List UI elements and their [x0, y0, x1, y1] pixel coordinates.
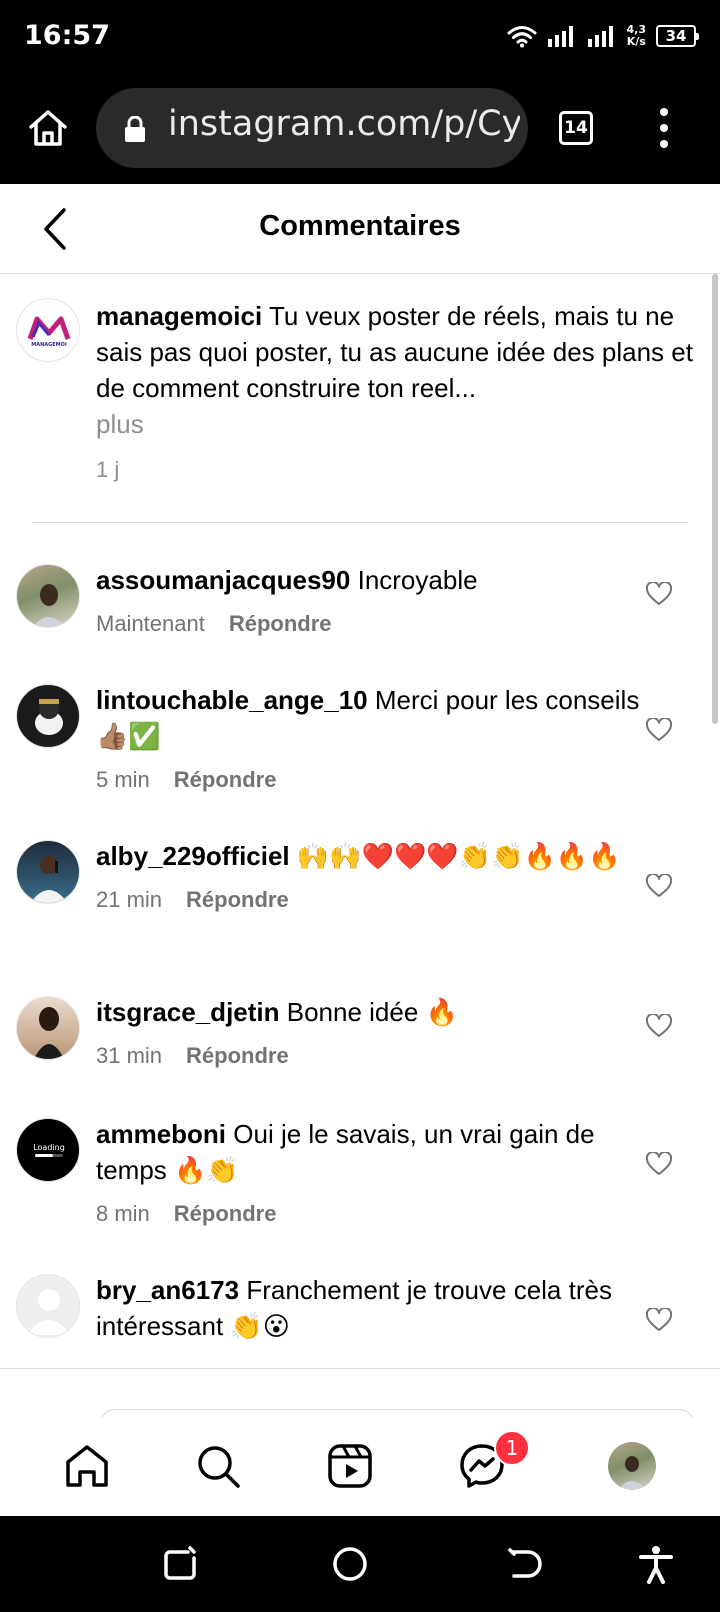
- comment-username[interactable]: bry_an6173: [96, 1275, 239, 1305]
- comment-time: 21 min: [96, 887, 163, 912]
- system-nav-bar: [0, 1516, 720, 1612]
- home-icon[interactable]: [26, 106, 70, 150]
- profile-avatar[interactable]: [608, 1442, 656, 1490]
- recent-apps-icon[interactable]: [160, 1544, 200, 1584]
- avatar[interactable]: [16, 996, 80, 1060]
- heart-icon[interactable]: [646, 874, 672, 898]
- avatar-photo: Loading: [33, 1143, 65, 1157]
- comment-meta: 31 min Répondre: [96, 1038, 656, 1074]
- comment-time: 8 min: [96, 1201, 150, 1226]
- avatar-loading-text: Loading: [33, 1143, 65, 1152]
- signal-icon: [547, 26, 573, 47]
- reply-button[interactable]: Répondre: [174, 1196, 277, 1232]
- profile-photo: [618, 1456, 646, 1490]
- heart-icon[interactable]: [646, 718, 672, 742]
- reply-button[interactable]: Répondre: [229, 606, 332, 642]
- logo-wordmark: MANAGEMOI: [31, 342, 67, 348]
- address-bar[interactable]: instagram.com/p/Cy: [96, 88, 528, 168]
- comment-text: Incroyable: [357, 565, 478, 595]
- more-link[interactable]: plus: [96, 406, 706, 442]
- comment-body: assoumanjacques90 Incroyable Maintenant …: [96, 562, 656, 642]
- url-text: instagram.com/p/Cy: [168, 104, 520, 144]
- comment-username[interactable]: itsgrace_djetin: [96, 997, 280, 1027]
- heart-icon[interactable]: [646, 1308, 672, 1332]
- search-icon[interactable]: [194, 1442, 242, 1490]
- avatar[interactable]: [16, 564, 80, 628]
- avatar-photo: [32, 584, 66, 627]
- reels-icon[interactable]: [326, 1442, 374, 1490]
- avatar[interactable]: [16, 684, 80, 748]
- comment-body: ammeboni Oui je le savais, un vrai gain …: [96, 1116, 656, 1232]
- avatar[interactable]: [16, 1274, 80, 1338]
- comment-username[interactable]: alby_229officiel: [96, 841, 290, 871]
- comment-meta: 5 min Répondre: [96, 762, 656, 798]
- notification-badge: 1: [494, 1430, 530, 1466]
- network-speed-unit: K/s: [626, 35, 646, 48]
- caption-time: 1 j: [96, 457, 120, 482]
- avatar[interactable]: [16, 840, 80, 904]
- comment-meta: 8 min Répondre: [96, 1196, 656, 1232]
- comment-username[interactable]: ammeboni: [96, 1119, 226, 1149]
- comment-time: 31 min: [96, 1043, 163, 1068]
- comment-username[interactable]: lintouchable_ange_10: [96, 685, 368, 715]
- badge-count: 1: [505, 1436, 519, 1460]
- comment-meta: Maintenant Répondre: [96, 606, 656, 642]
- reply-button[interactable]: Répondre: [174, 762, 277, 798]
- avatar[interactable]: Loading: [16, 1118, 80, 1182]
- avatar[interactable]: MANAGEMOI: [16, 298, 80, 362]
- home-icon[interactable]: [63, 1442, 111, 1490]
- accessibility-icon[interactable]: [636, 1544, 676, 1584]
- wifi-icon: [507, 26, 536, 48]
- comment-text: 🙌🙌❤️❤️❤️👏👏🔥🔥🔥: [296, 841, 621, 871]
- comments-list[interactable]: MANAGEMOI managemoici Tu veux poster de …: [0, 274, 720, 1368]
- managemoi-logo: MANAGEMOI: [27, 316, 71, 348]
- comment-text: Bonne idée 🔥: [286, 997, 458, 1027]
- battery-level: 34: [665, 27, 687, 45]
- avatar-photo: [35, 699, 63, 735]
- heart-icon[interactable]: [646, 1014, 672, 1038]
- comment-body: itsgrace_djetin Bonne idée 🔥 31 min Répo…: [96, 994, 656, 1074]
- avatar-photo: [30, 856, 68, 903]
- browser-toolbar: instagram.com/p/Cy 14: [0, 76, 720, 184]
- reply-button[interactable]: Répondre: [186, 1038, 289, 1074]
- comment-time: 5 min: [96, 767, 150, 792]
- status-bar: 16:57 4,3 K/s 34: [0, 0, 720, 76]
- comment-body: bry_an6173 Franchement je trouve cela tr…: [96, 1272, 656, 1344]
- reply-button[interactable]: Répondre: [186, 882, 289, 918]
- tabs-icon[interactable]: 14: [559, 111, 593, 145]
- bottom-nav: 1: [0, 1418, 720, 1516]
- network-speed: 4,3 K/s: [627, 24, 647, 48]
- scrollbar[interactable]: [712, 274, 718, 724]
- more-vert-icon[interactable]: [654, 106, 674, 150]
- page-header: Commentaires: [0, 184, 720, 274]
- back-button-icon[interactable]: [504, 1544, 544, 1584]
- divider: [32, 522, 688, 523]
- comment-composer: [0, 1368, 720, 1439]
- status-icons: 4,3 K/s 34: [507, 20, 699, 52]
- battery-icon: 34: [656, 25, 699, 47]
- default-avatar-icon: [27, 1289, 71, 1335]
- home-button-icon[interactable]: [330, 1544, 370, 1584]
- caption-username[interactable]: managemoici: [96, 301, 262, 331]
- comment-time: Maintenant: [96, 611, 205, 636]
- page-title: Commentaires: [259, 210, 461, 242]
- caption-body: managemoici Tu veux poster de réels, mai…: [96, 298, 706, 488]
- heart-icon[interactable]: [646, 582, 672, 606]
- comment-body: lintouchable_ange_10 Merci pour les cons…: [96, 682, 656, 798]
- signal-icon-2: [587, 26, 613, 47]
- comment-body: alby_229officiel 🙌🙌❤️❤️❤️👏👏🔥🔥🔥 21 min Ré…: [96, 838, 656, 918]
- comment-meta: 21 min Répondre: [96, 882, 656, 918]
- avatar-photo: [34, 1007, 64, 1059]
- lock-icon: [125, 116, 145, 142]
- status-time: 16:57: [24, 20, 110, 51]
- tab-count: 14: [564, 118, 588, 138]
- heart-icon[interactable]: [646, 1152, 672, 1176]
- comment-username[interactable]: assoumanjacques90: [96, 565, 350, 595]
